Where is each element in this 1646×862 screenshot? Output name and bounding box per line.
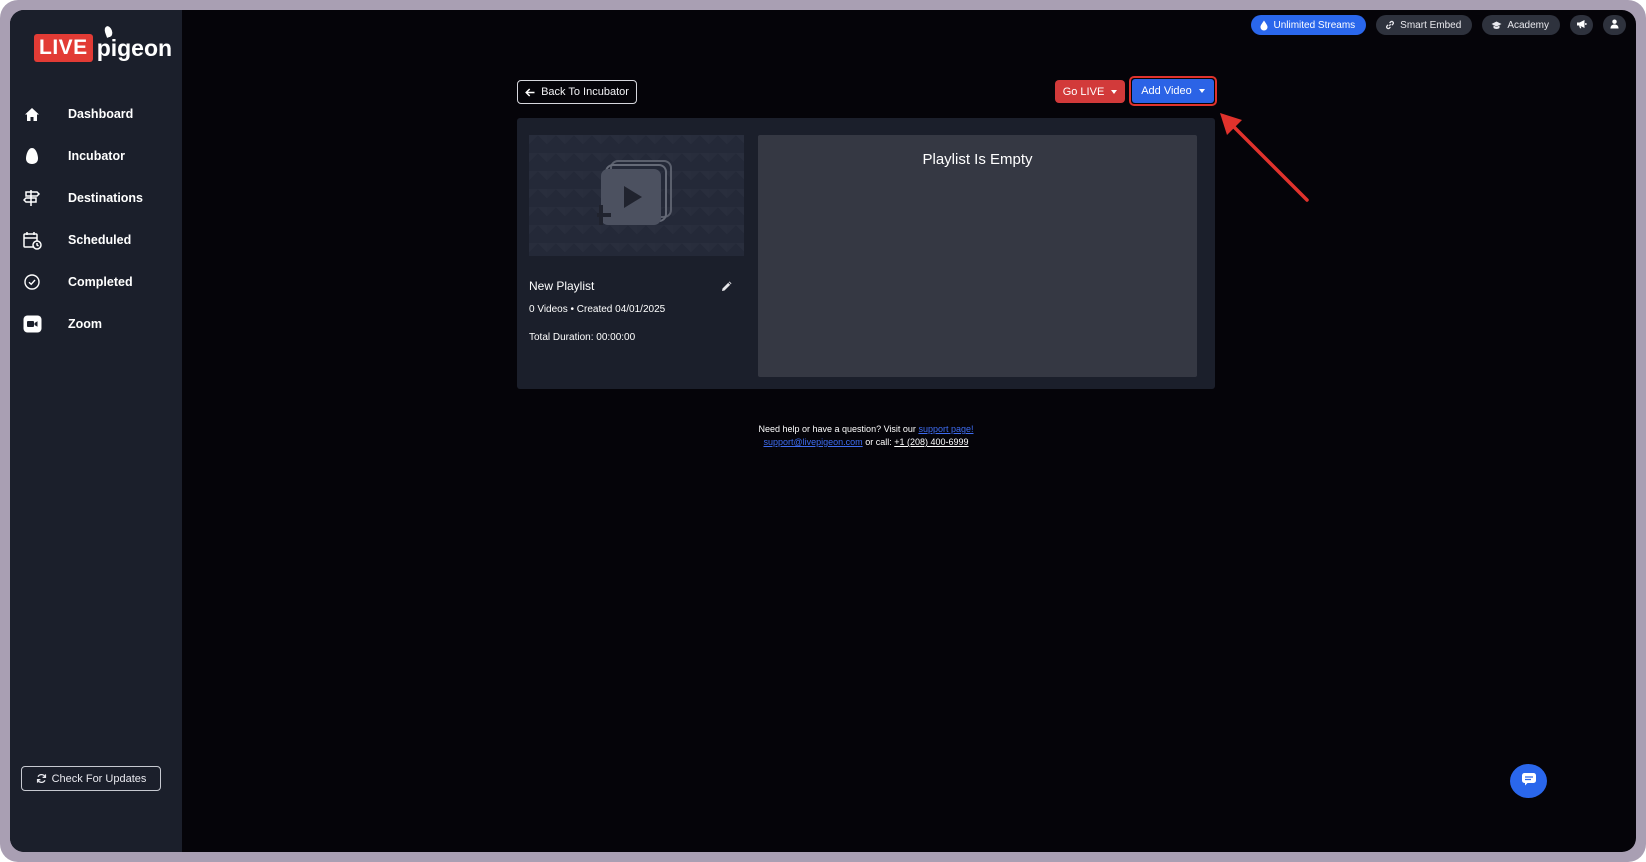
playlist-add-icon <box>597 160 672 225</box>
playlist-empty-message: Playlist Is Empty <box>922 151 1033 168</box>
playlist-duration: Total Duration: 00:00:00 <box>529 332 636 343</box>
graduation-cap-icon <box>1491 21 1502 30</box>
sidebar-item-dashboard[interactable]: Dashboard <box>10 93 182 135</box>
livepigeon-logo[interactable]: LIVE pigeon <box>34 24 173 68</box>
sidebar-item-label: Dashboard <box>68 107 134 121</box>
logo-pigeon-text: pigeon <box>96 24 173 62</box>
link-icon <box>1385 20 1395 30</box>
unlimited-streams-button[interactable]: Unlimited Streams <box>1251 15 1367 35</box>
smart-embed-label: Smart Embed <box>1400 19 1462 31</box>
back-to-incubator-label: Back To Incubator <box>541 86 629 98</box>
sidebar-nav: Dashboard Incubator Destinations Schedul… <box>10 93 182 345</box>
sidebar-item-label: Zoom <box>68 317 103 331</box>
sidebar-item-completed[interactable]: Completed <box>10 261 182 303</box>
sidebar-item-incubator[interactable]: Incubator <box>10 135 182 177</box>
profile-button[interactable] <box>1603 15 1626 35</box>
refresh-icon <box>36 773 47 784</box>
logo-live-text: LIVE <box>34 34 93 62</box>
chevron-down-icon <box>1111 89 1118 94</box>
sidebar-item-zoom[interactable]: Zoom <box>10 303 182 345</box>
pencil-icon[interactable] <box>721 279 733 297</box>
add-video-label: Add Video <box>1141 85 1192 97</box>
top-bar: Unlimited Streams Smart Embed Academy <box>1251 15 1626 35</box>
video-camera-icon <box>22 314 42 334</box>
calendar-clock-icon <box>22 230 42 250</box>
check-for-updates-label: Check For Updates <box>51 772 147 785</box>
unlimited-streams-label: Unlimited Streams <box>1273 19 1356 31</box>
go-live-button[interactable]: Go LIVE <box>1055 80 1125 103</box>
playlist-title: New Playlist <box>529 279 595 293</box>
sidebar-item-label: Incubator <box>68 149 125 163</box>
support-email-link[interactable]: support@livepigeon.com <box>763 437 862 447</box>
help-prefix: Need help or have a question? Visit our <box>758 424 916 434</box>
sidebar-item-destinations[interactable]: Destinations <box>10 177 182 219</box>
sidebar-item-scheduled[interactable]: Scheduled <box>10 219 182 261</box>
smart-embed-button[interactable]: Smart Embed <box>1376 15 1473 35</box>
window-frame: LIVE pigeon Dashboard Incubator Destinat… <box>0 0 1646 862</box>
playlist-card: New Playlist 0 Videos • Created 04/01/20… <box>517 118 1215 389</box>
chevron-down-icon <box>1198 89 1205 93</box>
academy-label: Academy <box>1507 19 1549 31</box>
arrow-left-icon <box>525 87 535 97</box>
droplet-icon <box>1260 20 1268 31</box>
check-circle-icon <box>22 272 42 292</box>
academy-button[interactable]: Academy <box>1482 15 1560 35</box>
announcements-button[interactable] <box>1570 15 1593 35</box>
app-window: LIVE pigeon Dashboard Incubator Destinat… <box>10 10 1636 852</box>
logo-pigeon-label: pigeon <box>96 34 173 61</box>
playlist-items-panel: Playlist Is Empty <box>758 135 1197 377</box>
check-for-updates-button[interactable]: Check For Updates <box>21 766 161 791</box>
signpost-icon <box>22 188 42 208</box>
megaphone-icon <box>1576 16 1587 34</box>
sidebar-item-label: Destinations <box>68 191 144 205</box>
help-line-2: support@livepigeon.com or call: +1 (208)… <box>566 436 1166 449</box>
help-footer: Need help or have a question? Visit our … <box>566 423 1166 449</box>
home-icon <box>22 104 42 124</box>
playlist-meta: 0 Videos • Created 04/01/2025 <box>529 304 666 315</box>
sidebar: LIVE pigeon Dashboard Incubator Destinat… <box>10 10 182 852</box>
sidebar-item-label: Scheduled <box>68 233 132 247</box>
playlist-thumbnail[interactable] <box>529 135 744 256</box>
add-video-button[interactable]: Add Video <box>1132 79 1214 103</box>
support-phone-link[interactable]: +1 (208) 400-6999 <box>894 437 968 447</box>
support-page-link[interactable]: support page! <box>918 424 973 434</box>
sidebar-item-label: Completed <box>68 275 133 289</box>
or-call-text: or call: <box>865 437 892 447</box>
user-icon <box>1610 16 1619 34</box>
back-to-incubator-button[interactable]: Back To Incubator <box>517 80 637 104</box>
egg-icon <box>22 146 42 166</box>
chat-icon <box>1521 772 1537 791</box>
annotation-arrow-icon <box>1220 113 1309 202</box>
chat-support-button[interactable] <box>1510 764 1547 798</box>
help-line-1: Need help or have a question? Visit our … <box>566 423 1166 436</box>
go-live-label: Go LIVE <box>1062 85 1105 98</box>
